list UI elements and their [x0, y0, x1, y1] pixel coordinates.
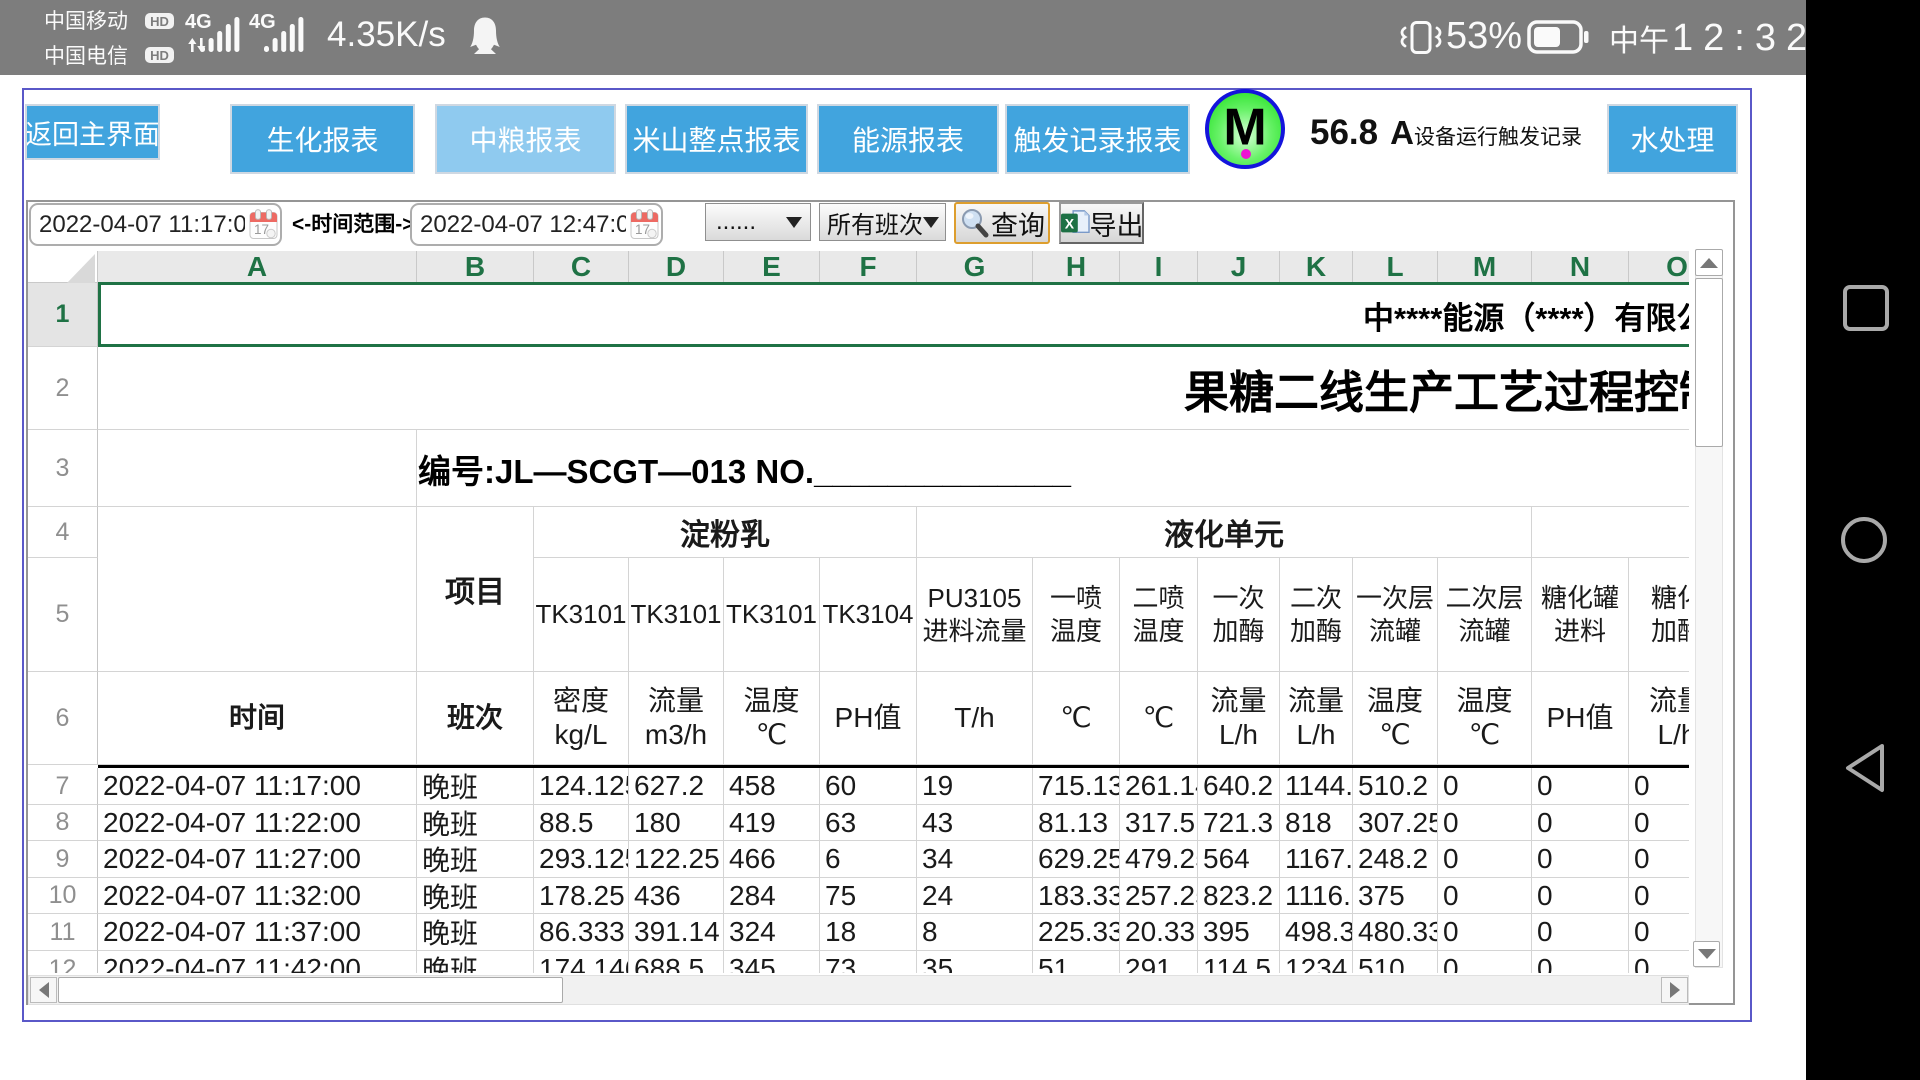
svg-text:M: M — [1223, 99, 1266, 157]
svg-text:X: X — [1064, 216, 1074, 232]
